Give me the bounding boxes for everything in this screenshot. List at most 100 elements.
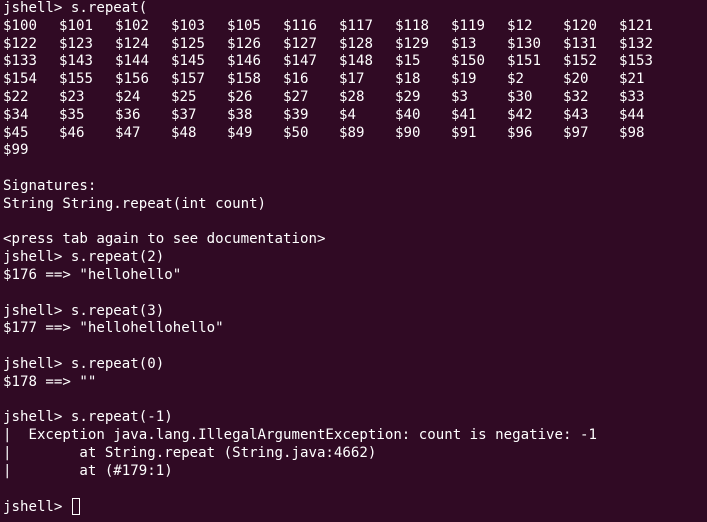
completion-item: $117: [339, 17, 373, 34]
completion-item: $126: [227, 35, 261, 52]
completion-item: $122: [3, 35, 37, 52]
completion-item: $43: [563, 106, 589, 123]
completion-item: $131: [563, 35, 597, 52]
completion-item: $19: [451, 71, 477, 88]
completion-item: $89: [339, 124, 365, 141]
completion-item: $49: [227, 124, 253, 141]
completion-item: $28: [339, 88, 365, 105]
completion-item: $101: [59, 17, 93, 34]
completion-row: $22 $23 $24 $25 $26 $27 $28 $29 $3 $30 $32 $33: [3, 89, 707, 107]
completion-row: $45 $46 $47 $48 $49 $50 $89 $90 $91 $96 $97 $98: [3, 125, 707, 143]
completion-item: $133: [3, 53, 37, 70]
input-prompt-line[interactable]: jshell>: [3, 498, 707, 516]
completion-item: $91: [451, 124, 477, 141]
completion-item: $152: [563, 53, 597, 70]
command-line: jshell> s.repeat(-1): [3, 409, 173, 426]
text-cursor[interactable]: [71, 498, 80, 516]
signatures-header: Signatures:: [3, 177, 97, 194]
completion-item: $90: [395, 124, 421, 141]
completion-item: $143: [59, 53, 93, 70]
completion-item: $153: [619, 53, 653, 70]
completion-item: $50: [283, 124, 309, 141]
completion-item: $16: [283, 71, 309, 88]
completion-row: $100 $101 $102 $103 $105 $116 $117 $118 $119 $12 $…: [3, 18, 707, 36]
completion-item: $27: [283, 88, 309, 105]
completion-item: $12: [507, 17, 533, 34]
command-line: jshell> s.repeat(2): [3, 249, 165, 266]
completion-item: $151: [507, 53, 541, 70]
completion-list: $100 $101 $102 $103 $105 $116 $117 $118 $119 $12 $…: [3, 18, 707, 160]
completion-item: $96: [507, 124, 533, 141]
completion-item: $121: [619, 17, 653, 34]
completion-item: $144: [115, 53, 149, 70]
stack-trace-line: | at String.repeat (String.java:4662): [3, 444, 377, 461]
completion-item: $22: [3, 88, 29, 105]
completion-item: $157: [171, 71, 205, 88]
completion-item: $23: [59, 88, 85, 105]
completion-item: $34: [3, 106, 29, 123]
completion-item: $44: [619, 106, 645, 123]
completion-item: $20: [563, 71, 589, 88]
completion-item: $38: [227, 106, 253, 123]
completion-item: $150: [451, 53, 485, 70]
completion-item: $118: [395, 17, 429, 34]
completion-item: $125: [171, 35, 205, 52]
terminal-window[interactable]: jshell> s.repeat( $100 $101 $102 $103 $105 $1…: [0, 0, 707, 522]
completion-item: $146: [227, 53, 261, 70]
completion-item: $40: [395, 106, 421, 123]
completion-item: $124: [115, 35, 149, 52]
completion-item: $35: [59, 106, 85, 123]
completion-item: $26: [227, 88, 253, 105]
completion-item: $45: [3, 124, 29, 141]
completion-row: $133 $143 $144 $145 $146 $147 $148 $15 $150 $151 $…: [3, 53, 707, 71]
completion-item: $29: [395, 88, 421, 105]
completion-item: $15: [395, 53, 421, 70]
completion-row: $99: [3, 142, 707, 160]
completion-item: $120: [563, 17, 597, 34]
completion-item: $116: [283, 17, 317, 34]
output-line: $178 ==> "": [3, 373, 97, 390]
completion-item: $105: [227, 17, 261, 34]
completion-item: $18: [395, 71, 421, 88]
completion-item: $145: [171, 53, 205, 70]
completion-item: $13: [451, 35, 477, 52]
completion-item: $21: [619, 71, 645, 88]
completion-item: $123: [59, 35, 93, 52]
completion-item: $3: [451, 88, 468, 105]
completion-item: $25: [171, 88, 197, 105]
stack-trace-line: | at (#179:1): [3, 462, 173, 479]
completion-item: $46: [59, 124, 85, 141]
completion-item: $47: [115, 124, 141, 141]
completion-item: $103: [171, 17, 205, 34]
completion-item: $36: [115, 106, 141, 123]
press-tab-hint: <press tab again to see documentation>: [3, 231, 326, 248]
completion-item: $147: [283, 53, 317, 70]
completion-item: $39: [283, 106, 309, 123]
completion-item: $33: [619, 88, 645, 105]
final-prompt: jshell>: [3, 499, 71, 516]
prompt-line: jshell> s.repeat(: [3, 0, 148, 16]
completion-item: $42: [507, 106, 533, 123]
completion-item: $2: [507, 71, 524, 88]
output-line: $176 ==> "hellohello": [3, 266, 182, 283]
completion-item: $100: [3, 17, 37, 34]
completion-row: $122 $123 $124 $125 $126 $127 $128 $129 $13 $130 $…: [3, 36, 707, 54]
completion-item: $4: [339, 106, 356, 123]
completion-row: $154 $155 $156 $157 $158 $16 $17 $18 $19 $2 $20 $21: [3, 71, 707, 89]
completion-item: $30: [507, 88, 533, 105]
output-line: $177 ==> "hellohellohello": [3, 320, 224, 337]
completion-item: $17: [339, 71, 365, 88]
completion-item: $155: [59, 71, 93, 88]
completion-item: $132: [619, 35, 653, 52]
completion-item: $41: [451, 106, 477, 123]
completion-row: $34 $35 $36 $37 $38 $39 $4 $40 $41 $42 $43 $44: [3, 107, 707, 125]
completion-item: $127: [283, 35, 317, 52]
exception-message: | Exception java.lang.IllegalArgumentExc…: [3, 427, 597, 444]
command-line: jshell> s.repeat(3): [3, 302, 165, 319]
